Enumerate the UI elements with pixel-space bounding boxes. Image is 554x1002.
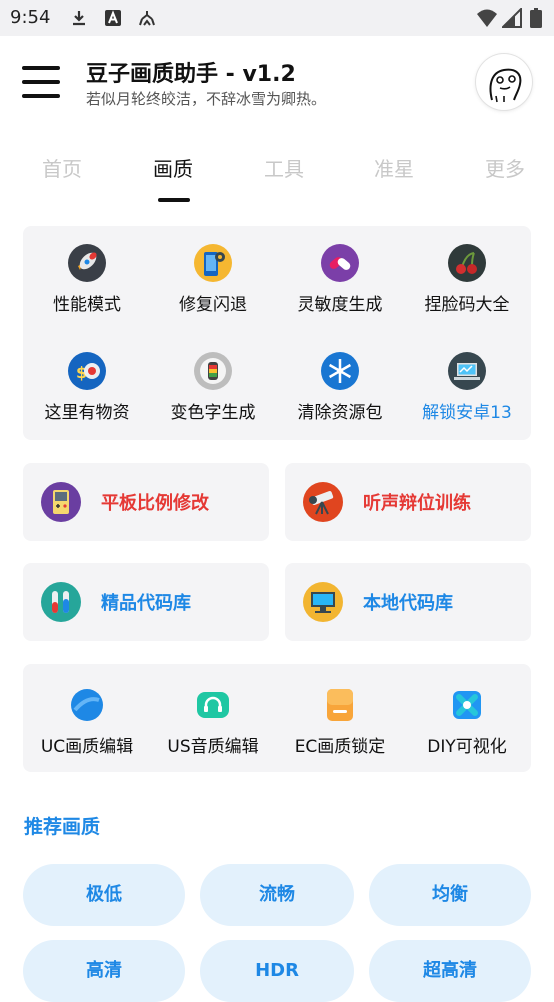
quality-option-hdr[interactable]: HDR: [200, 940, 354, 1002]
app-subtitle: 若似月轮终皎洁，不辞冰雪为卿热。: [86, 90, 327, 108]
wide-card-label: 本地代码库: [363, 593, 453, 614]
grid-item-color-text[interactable]: 变色字生成: [150, 352, 276, 423]
wide-card-label: 平板比例修改: [101, 493, 209, 514]
grid-item-fix-crash[interactable]: 修复闪退: [150, 244, 276, 315]
sound-training-card[interactable]: 听声辩位训练: [285, 463, 531, 541]
blue-circle-icon: [71, 689, 103, 721]
laptop-icon: [448, 352, 486, 390]
recommend-title: 推荐画质: [24, 816, 101, 838]
grid-item-label: EC画质锁定: [294, 737, 386, 757]
grid-item-label: 变色字生成: [170, 403, 256, 423]
grid-item-label: UC画质编辑: [40, 737, 134, 757]
test-tubes-icon: [41, 582, 81, 622]
tab-tools[interactable]: 工具: [264, 153, 304, 182]
quality-option-ultra-hd[interactable]: 超高清: [369, 940, 531, 1002]
avatar[interactable]: [476, 54, 532, 110]
grid-item-label: 性能模式: [53, 295, 121, 315]
quality-option-very-low[interactable]: 极低: [23, 864, 185, 926]
quality-option-smooth[interactable]: 流畅: [200, 864, 354, 926]
wide-card-label: 听声辩位训练: [363, 493, 471, 514]
tab-active-indicator: [158, 198, 190, 202]
grid-item-sensitivity[interactable]: 灵敏度生成: [277, 244, 403, 315]
desktop-computer-icon: [303, 582, 343, 622]
orange-card-icon: [327, 689, 353, 721]
avatar-doodle-icon: [489, 68, 522, 103]
editor-grid-card: UC画质编辑 US音质编辑 EC画质锁定 DIY可视化: [23, 664, 531, 772]
grid-item-label: 这里有物资: [44, 403, 130, 423]
grid-item-face-codes[interactable]: 捏脸码大全: [404, 244, 530, 315]
tab-crosshair[interactable]: 准星: [374, 153, 414, 182]
signal-icon: [502, 8, 522, 28]
gameboy-icon: [41, 482, 81, 522]
app-title: 豆子画质助手 - v1.2: [86, 62, 296, 87]
local-code-card[interactable]: 本地代码库: [285, 563, 531, 641]
rocket-icon: [68, 244, 106, 282]
status-bar: 9:54: [0, 0, 554, 36]
grid-item-unlock-android13[interactable]: 解锁安卓13: [404, 352, 530, 423]
font-app-icon: [105, 10, 121, 26]
tab-quality[interactable]: 画质: [153, 153, 193, 182]
grid-item-label: 清除资源包: [297, 403, 383, 423]
tab-more[interactable]: 更多: [485, 153, 525, 182]
tablet-ratio-card[interactable]: 平板比例修改: [23, 463, 269, 541]
feature-grid-card: 性能模式 修复闪退 灵敏度生成 捏脸码大全 $ 这里有物资 变色字生成 清除资源…: [23, 226, 531, 440]
quality-option-hd[interactable]: 高清: [23, 940, 185, 1002]
grid-item-diy-visual[interactable]: DIY可视化: [404, 686, 530, 757]
android-debug-icon: [139, 11, 155, 26]
cherries-icon: [448, 244, 486, 282]
snowflake-icon: [321, 352, 359, 390]
grid-item-supplies[interactable]: $ 这里有物资: [24, 352, 150, 423]
grid-item-uc-editor[interactable]: UC画质编辑: [24, 686, 150, 757]
wide-card-label: 精品代码库: [101, 593, 191, 614]
telescope-icon: [303, 482, 343, 522]
grid-item-ec-lock[interactable]: EC画质锁定: [277, 686, 403, 757]
grid-item-label: DIY可视化: [427, 737, 507, 757]
grid-item-label: 解锁安卓13: [422, 403, 512, 423]
wifi-icon: [477, 9, 497, 27]
tab-home[interactable]: 首页: [42, 153, 82, 182]
headphones-icon: [197, 692, 229, 718]
status-time: 9:54: [10, 7, 51, 28]
premium-code-card[interactable]: 精品代码库: [23, 563, 269, 641]
grid-item-label: US音质编辑: [167, 737, 259, 757]
grid-item-us-editor[interactable]: US音质编辑: [150, 686, 276, 757]
grid-item-performance[interactable]: 性能模式: [24, 244, 150, 315]
battery-icon: [530, 8, 542, 28]
grid-item-clear-resources[interactable]: 清除资源包: [277, 352, 403, 423]
phone-settings-icon: [194, 244, 232, 282]
grid-item-label: 捏脸码大全: [424, 295, 510, 315]
download-icon: [73, 11, 85, 26]
color-palette-icon: [194, 352, 232, 390]
pills-icon: [321, 244, 359, 282]
menu-button[interactable]: [22, 66, 62, 100]
quality-option-balanced[interactable]: 均衡: [369, 864, 531, 926]
grid-item-label: 灵敏度生成: [297, 295, 383, 315]
grid-item-label: 修复闪退: [179, 295, 247, 315]
crossed-icon: [453, 691, 481, 719]
money-icon: $: [68, 352, 106, 390]
